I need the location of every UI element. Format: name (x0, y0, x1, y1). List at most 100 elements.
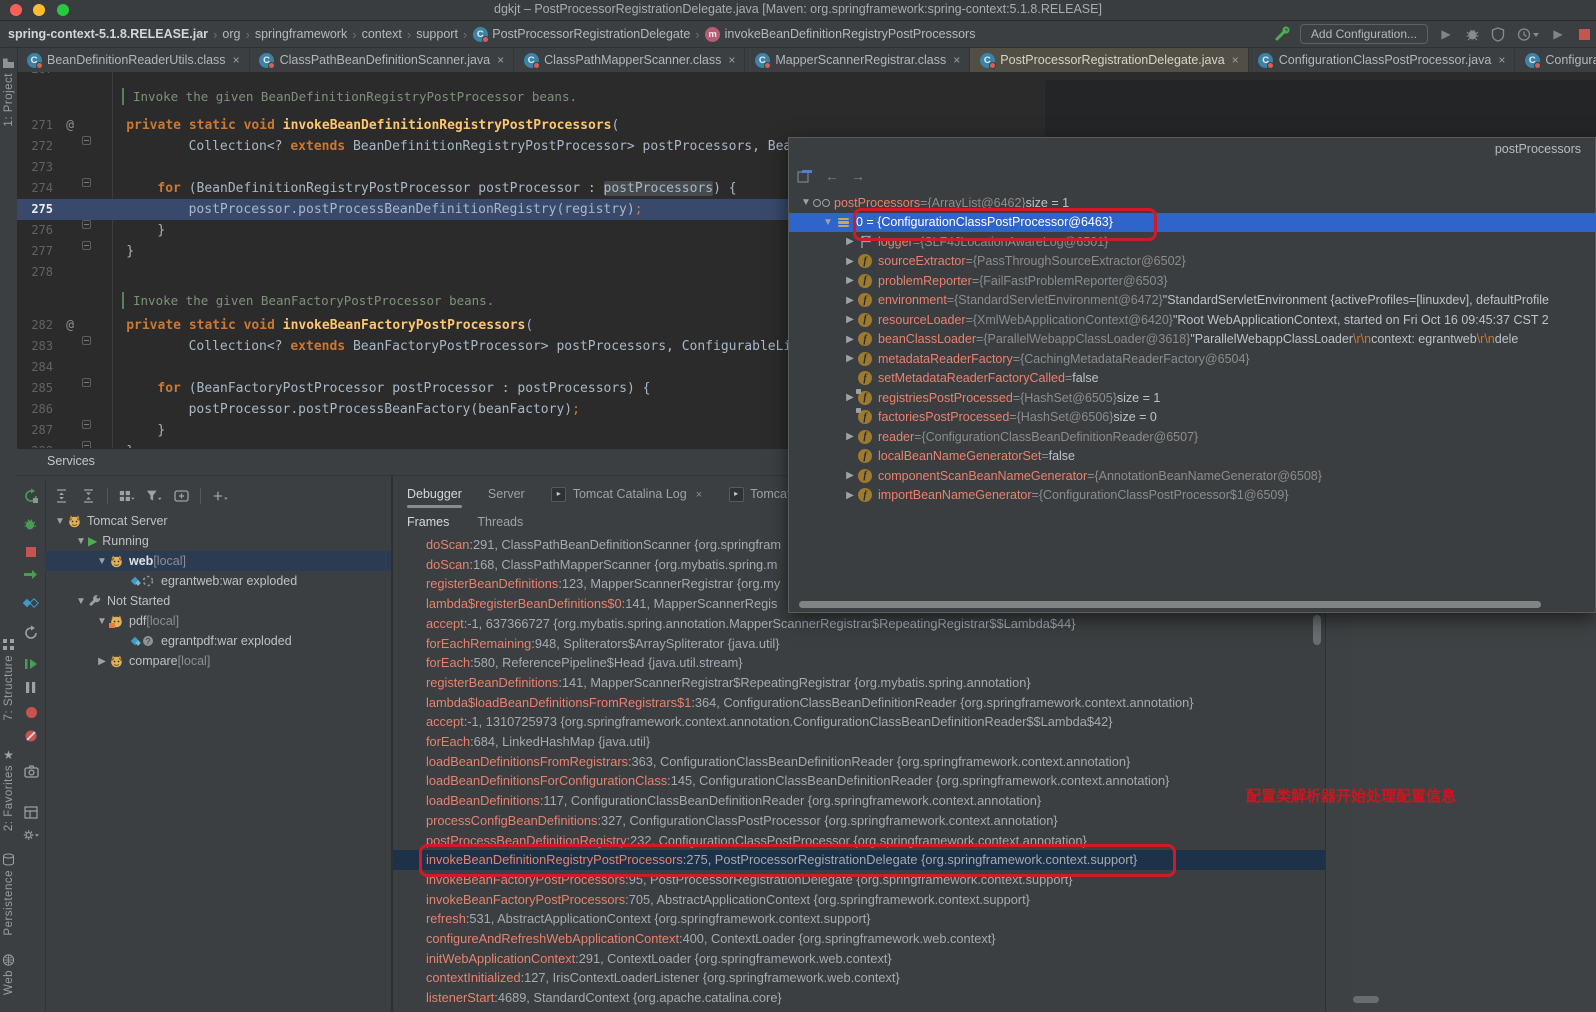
view-tab[interactable]: Frames (407, 515, 449, 529)
chevron-down-icon[interactable]: ▼ (74, 536, 88, 547)
variable-row[interactable]: ▶fcomponentScanBeanNameGenerator = {Anno… (789, 466, 1596, 486)
frame-row[interactable]: invokeBeanFactoryPostProcessors:705, Abs… (393, 890, 1327, 910)
coverage-icon[interactable] (1490, 26, 1506, 42)
frame-row[interactable]: contextInitialized:127, IrisContextLoade… (393, 968, 1327, 988)
debugger-tab[interactable]: Debugger (407, 479, 462, 509)
frame-row[interactable]: accept:-1, 1310725973 {org.springframewo… (393, 712, 1327, 732)
view-tab[interactable]: Threads (477, 515, 523, 529)
breadcrumb-item[interactable]: support (416, 27, 458, 41)
attach-icon[interactable]: ▶ (1550, 26, 1566, 42)
close-icon[interactable]: × (497, 53, 504, 67)
fold-icon[interactable] (77, 336, 95, 345)
chevron-right-icon[interactable]: ▶ (95, 656, 109, 667)
collapse-all-icon[interactable] (80, 488, 96, 504)
hotswap-icon[interactable] (23, 595, 39, 611)
chevron-down-icon[interactable]: ▼ (799, 197, 813, 208)
close-icon[interactable]: × (693, 479, 702, 510)
tool-window-button[interactable]: Persistence (0, 853, 17, 936)
fold-icon[interactable] (77, 220, 95, 229)
tool-window-button[interactable]: Web (0, 953, 17, 995)
filter-icon[interactable] (146, 488, 162, 504)
rerun-icon[interactable] (23, 488, 39, 504)
chevron-right-icon[interactable]: ▶ (843, 353, 857, 364)
debug-icon[interactable] (1464, 26, 1480, 42)
variable-row[interactable]: ▶fmetadataReaderFactory = {CachingMetada… (789, 349, 1596, 369)
chevron-right-icon[interactable]: ▶ (843, 275, 857, 286)
frame-row[interactable]: loadBeanDefinitionsForConfigurationClass… (393, 771, 1327, 791)
close-icon[interactable]: × (953, 53, 960, 67)
frame-row[interactable]: forEach:580, ReferencePipeline$Head {jav… (393, 653, 1327, 673)
chevron-down-icon[interactable]: ▼ (821, 217, 835, 228)
fold-icon[interactable] (77, 378, 95, 387)
variable-row[interactable]: ▶logger = {SLF4JLocationAwareLog@6501} (789, 232, 1596, 252)
variable-row[interactable]: ▶fimportBeanNameGenerator = {Configurati… (789, 486, 1596, 506)
service-tree-row[interactable]: ▼pdf [local] (45, 611, 391, 631)
chevron-down-icon[interactable]: ▼ (95, 616, 109, 627)
add-configuration-button[interactable]: Add Configuration... (1300, 24, 1428, 44)
frame-row[interactable]: loadBeanDefinitions:117, ConfigurationCl… (393, 791, 1327, 811)
service-tree-row[interactable]: ▼web [local] (45, 551, 391, 571)
variable-row[interactable]: ▼postProcessors = {ArrayList@6462} size … (789, 193, 1596, 213)
chevron-down-icon[interactable]: ▼ (95, 556, 109, 567)
pause-icon[interactable] (23, 679, 39, 695)
frame-row[interactable]: initWebApplicationContext:291, ContextLo… (393, 949, 1327, 969)
resume-icon[interactable] (23, 656, 39, 672)
variable-row[interactable]: ▶fresourceLoader = {XmlWebApplicationCon… (789, 310, 1596, 330)
variable-row[interactable]: ▶fregistriesPostProcessed = {HashSet@650… (789, 388, 1596, 408)
fold-icon[interactable] (77, 420, 95, 429)
chevron-right-icon[interactable]: ▶ (843, 490, 857, 501)
close-icon[interactable]: × (233, 53, 240, 67)
service-tree-row[interactable]: ▼Tomcat Server (45, 511, 391, 531)
editor-tab[interactable]: CClassPathMapperScanner.class× (514, 48, 745, 72)
frame-row[interactable]: configureAndRefreshWebApplicationContext… (393, 929, 1327, 949)
variables-horizontal-scrollbar[interactable] (1353, 996, 1379, 1003)
editor-tab[interactable]: CPostProcessorRegistrationDelegate.java× (970, 48, 1248, 72)
update-app-icon[interactable] (23, 567, 39, 583)
frame-row[interactable]: accept:-1, 637366727 {org.mybatis.spring… (393, 614, 1327, 634)
chevron-down-icon[interactable]: ▼ (74, 596, 88, 607)
frame-row[interactable]: invokeBeanDefinitionRegistryPostProcesso… (393, 850, 1327, 870)
frame-row[interactable]: registerBeanDefinitions:141, MapperScann… (393, 673, 1327, 693)
setup-sdk-icon[interactable] (1274, 26, 1290, 42)
chevron-right-icon[interactable]: ▶ (843, 470, 857, 481)
back-icon[interactable]: ← (825, 168, 839, 184)
popup-horizontal-scrollbar[interactable] (799, 601, 1541, 608)
tool-window-button[interactable]: ★2: Favorites (0, 748, 17, 831)
service-tree-row[interactable]: ▼Not Started (45, 591, 391, 611)
run-icon[interactable]: ▶ (1438, 26, 1454, 42)
code-line[interactable]: 267 (17, 72, 1596, 80)
variable-row[interactable]: flocalBeanNameGeneratorSet = false (789, 447, 1596, 467)
mute-breakpoints-icon[interactable] (23, 728, 39, 744)
chevron-right-icon[interactable]: ▶ (843, 295, 857, 306)
frame-row[interactable]: lambda$loadBeanDefinitionsFromRegistrars… (393, 693, 1327, 713)
group-by-icon[interactable] (119, 488, 135, 504)
frame-row[interactable]: loadBeanDefinitionsFromRegistrars:363, C… (393, 752, 1327, 772)
stop-icon[interactable] (23, 544, 39, 560)
variable-row[interactable]: ffactoriesPostProcessed = {HashSet@6506}… (789, 408, 1596, 428)
tool-window-button[interactable]: 1: Project (0, 56, 17, 127)
frame-row[interactable]: refresh:531, AbstractApplicationContext … (393, 909, 1327, 929)
fold-icon[interactable] (77, 441, 95, 448)
breadcrumb-item[interactable]: CPostProcessorRegistrationDelegate (472, 26, 690, 42)
fold-icon[interactable] (77, 178, 95, 187)
editor-tab[interactable]: CConfigurationClassPostProcessor.java× (1249, 48, 1516, 72)
breadcrumb-item[interactable]: minvokeBeanDefinitionRegistryPostProcess… (705, 26, 976, 42)
fold-icon[interactable] (77, 136, 95, 145)
debug-rerun-icon[interactable] (23, 516, 39, 532)
editor-tab[interactable]: CConfigurationClassBeanDefinitionReader.… (1515, 48, 1596, 72)
variable-row[interactable]: fsetMetadataReaderFactoryCalled = false (789, 369, 1596, 389)
fold-icon[interactable] (77, 241, 95, 250)
forward-icon[interactable]: → (851, 168, 865, 184)
frame-row[interactable]: forEachRemaining:948, Spliterators$Array… (393, 634, 1327, 654)
debugger-tab[interactable]: Server (488, 479, 525, 509)
editor-tab[interactable]: CClassPathBeanDefinitionScanner.java× (250, 48, 515, 72)
variable-row[interactable]: ▶fbeanClassLoader = {ParallelWebappClass… (789, 330, 1596, 350)
settings-icon[interactable] (23, 827, 39, 843)
variable-row[interactable]: ▶fsourceExtractor = {PassThroughSourceEx… (789, 252, 1596, 272)
frames-vertical-scrollbar[interactable] (1313, 615, 1321, 645)
close-icon[interactable]: × (1232, 53, 1239, 67)
open-in-variables-icon[interactable] (797, 168, 813, 184)
chevron-right-icon[interactable]: ▶ (843, 236, 857, 247)
close-icon[interactable]: × (1498, 53, 1505, 67)
service-tree-row[interactable]: egrantweb:war exploded (45, 571, 391, 591)
